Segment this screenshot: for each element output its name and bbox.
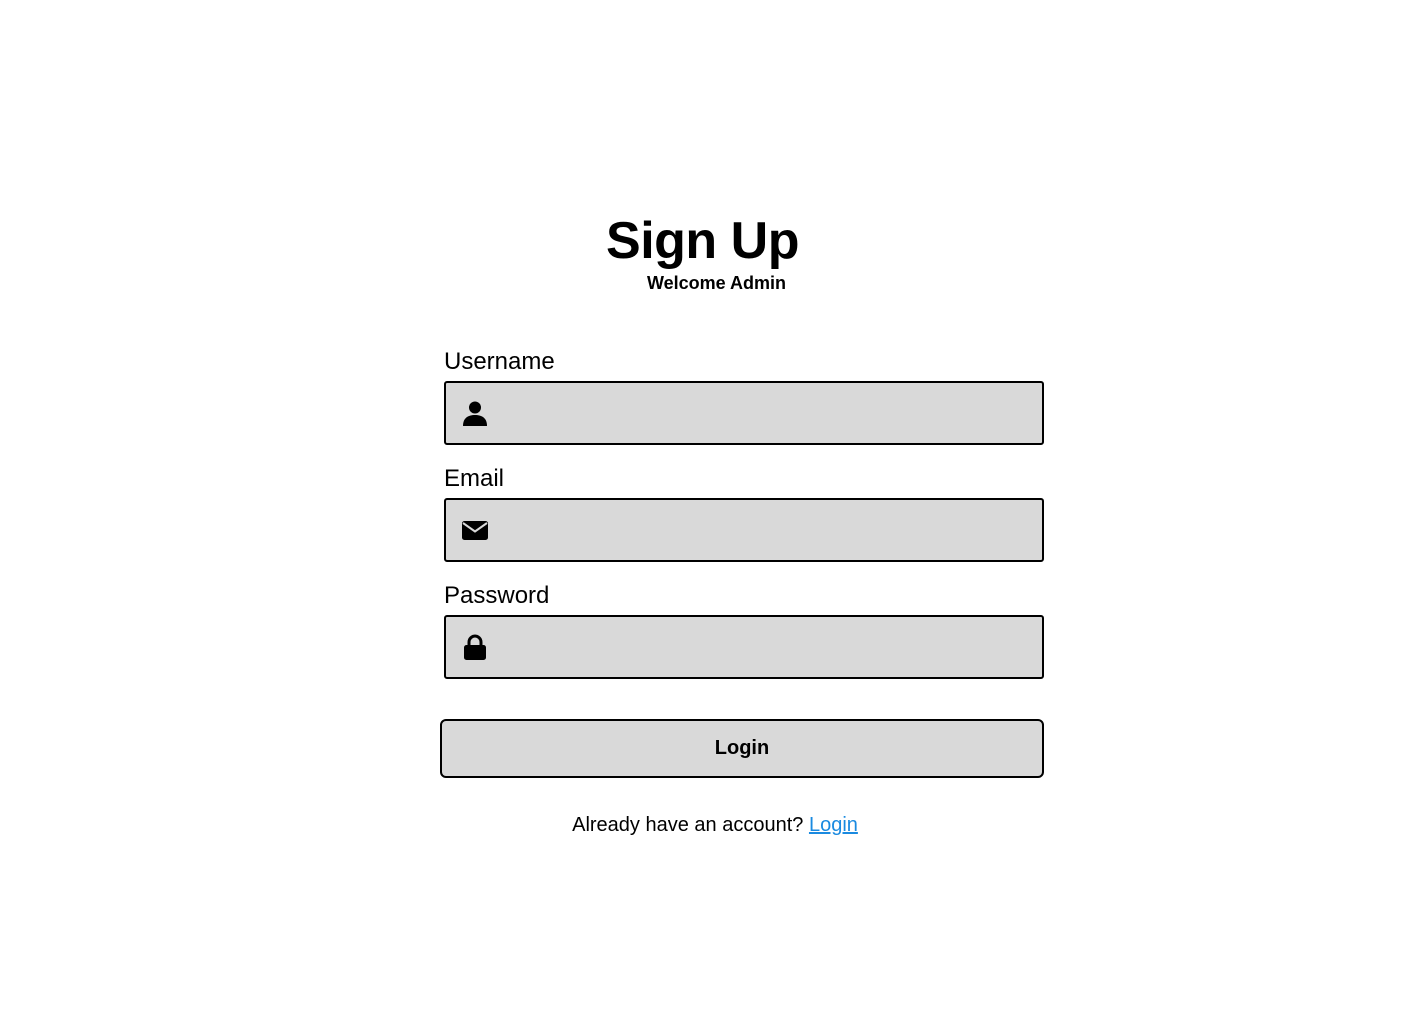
password-label: Password <box>444 582 550 609</box>
lock-icon <box>461 633 489 661</box>
login-button[interactable]: Login <box>440 719 1044 778</box>
login-prompt: Already have an account? Login <box>0 812 1405 838</box>
login-prompt-text: Already have an account? <box>572 814 804 836</box>
login-link[interactable]: Login <box>809 814 858 836</box>
email-label: Email <box>444 465 505 492</box>
page-subtitle: Welcome Admin <box>647 273 787 293</box>
signup-page: Sign Up Welcome Admin Username Email Pas… <box>0 0 1405 1024</box>
password-field[interactable] <box>444 615 1044 679</box>
password-input[interactable] <box>504 617 1034 677</box>
user-icon <box>461 399 489 427</box>
envelope-icon <box>461 516 489 544</box>
email-field[interactable] <box>444 498 1044 562</box>
username-field[interactable] <box>444 381 1044 445</box>
username-input[interactable] <box>504 383 1034 443</box>
email-input[interactable] <box>504 500 1034 560</box>
page-title: Sign Up <box>606 212 799 270</box>
username-label: Username <box>444 348 555 375</box>
